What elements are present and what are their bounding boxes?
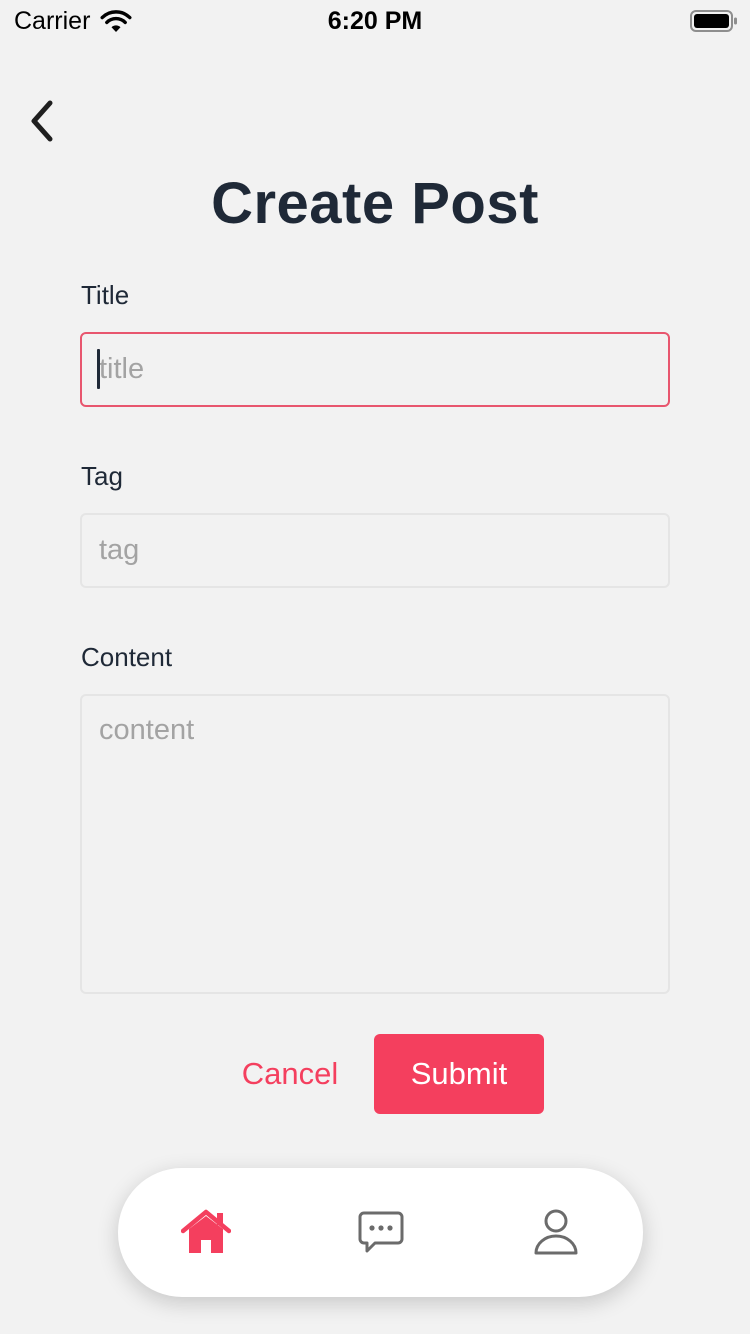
title-input[interactable] [80,332,670,407]
back-button[interactable] [20,96,64,146]
tab-messages[interactable] [351,1204,411,1260]
cancel-button[interactable]: Cancel [226,1034,354,1114]
content-textarea[interactable] [80,694,670,994]
content-label: Content [81,642,173,672]
title-label: Title [81,280,130,310]
chevron-left-icon [31,100,53,142]
page-title: Create Post [211,171,539,236]
chat-icon [358,1211,404,1253]
text-caret [97,349,100,389]
status-time: 6:20 PM [327,7,423,35]
tab-home[interactable] [176,1204,236,1260]
tab-profile[interactable] [526,1204,586,1260]
battery-icon [690,10,737,32]
status-bar: Carrier 6:20 PM [0,0,750,40]
user-icon [534,1209,578,1255]
bottom-tab-bar [118,1168,643,1297]
submit-button[interactable]: Submit [374,1034,544,1114]
tag-input[interactable] [80,513,670,588]
tag-label: Tag [81,461,123,491]
home-icon [181,1209,231,1253]
